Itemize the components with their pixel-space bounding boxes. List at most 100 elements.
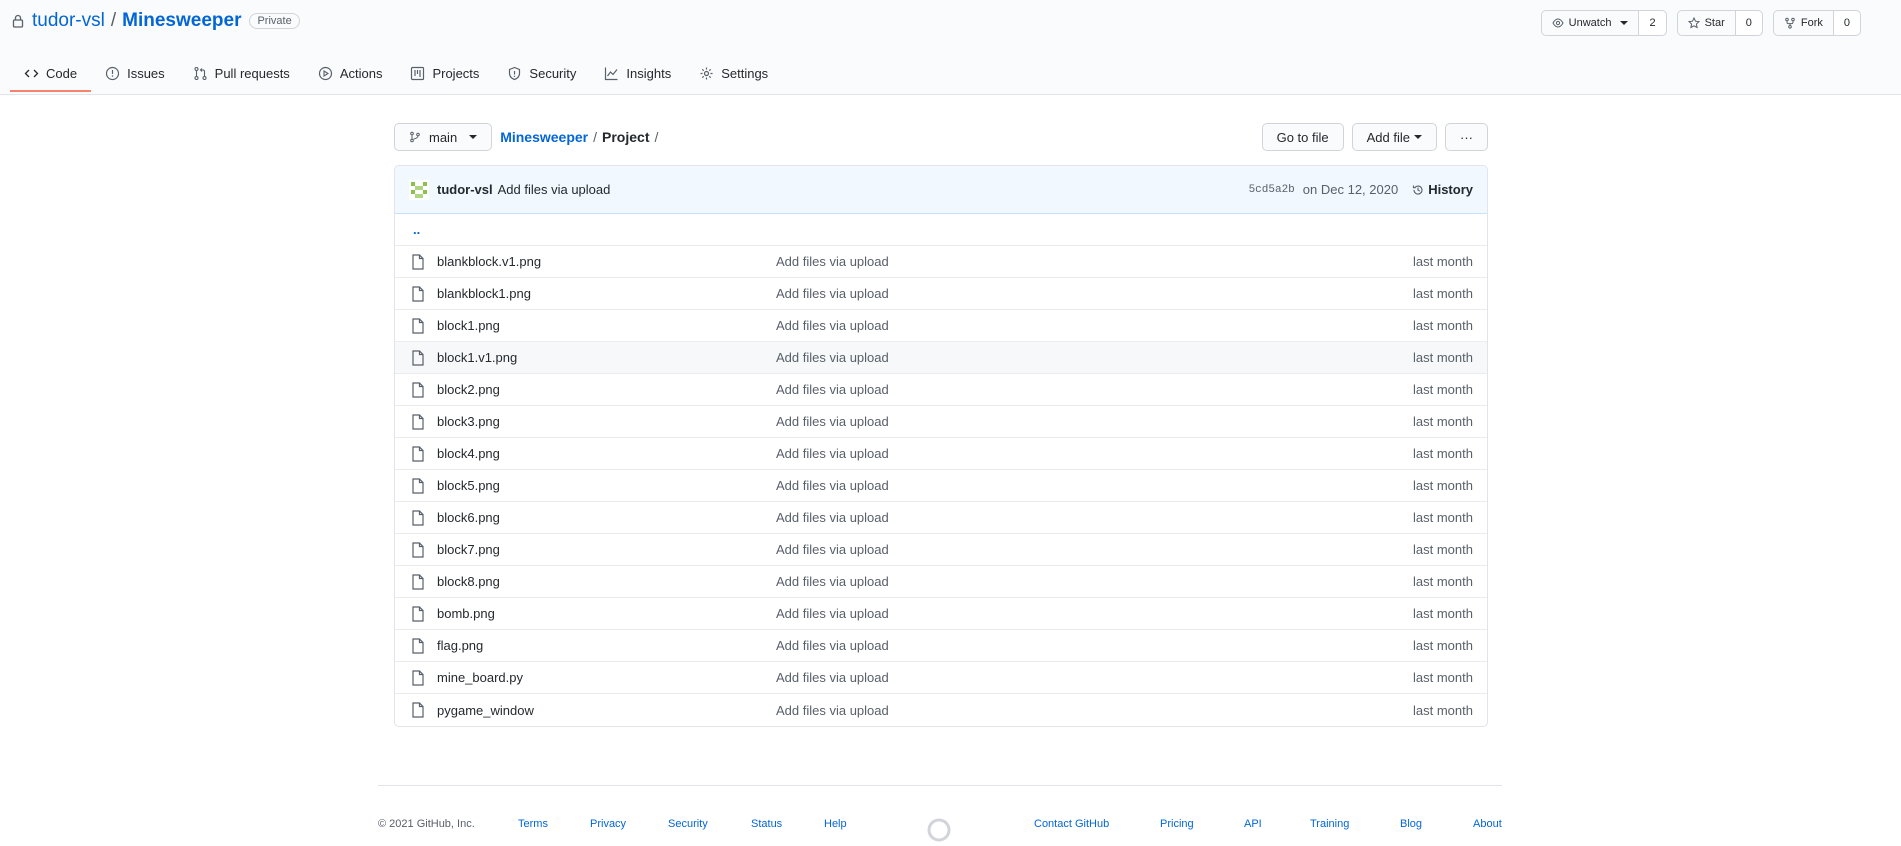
- file-row[interactable]: bomb.png Add files via upload last month: [395, 598, 1487, 630]
- add-file-button[interactable]: Add file: [1351, 123, 1437, 151]
- file-commit-message-link[interactable]: Add files via upload: [776, 414, 889, 429]
- file-commit-message-link[interactable]: Add files via upload: [776, 638, 889, 653]
- file-commit-message-link[interactable]: Add files via upload: [776, 318, 889, 333]
- file-commit-message-link[interactable]: Add files via upload: [776, 286, 889, 301]
- file-row[interactable]: block2.png Add files via upload last month: [395, 374, 1487, 406]
- file-row[interactable]: block1.png Add files via upload last month: [395, 310, 1487, 342]
- repo-name-link[interactable]: Minesweeper: [122, 10, 241, 32]
- file-row[interactable]: mine_board.py Add files via upload last mo…: [395, 662, 1487, 694]
- tab-pull-requests[interactable]: Pull requests: [179, 55, 304, 91]
- footer-link-api[interactable]: API: [1244, 818, 1262, 830]
- repo-owner-link[interactable]: tudor-vsl: [32, 10, 105, 32]
- file-name-link[interactable]: block1.v1.png: [437, 350, 776, 365]
- parent-directory-link[interactable]: ..: [395, 214, 1487, 246]
- breadcrumb-root-link[interactable]: Minesweeper: [500, 129, 588, 145]
- file-commit-message-link[interactable]: Add files via upload: [776, 703, 889, 718]
- footer-link-contact-github[interactable]: Contact GitHub: [1034, 818, 1109, 830]
- footer-link-help[interactable]: Help: [824, 818, 847, 830]
- star-button[interactable]: Star: [1678, 11, 1736, 35]
- star-button-group: Star 0: [1676, 10, 1763, 36]
- file-name-link[interactable]: pygame_window: [437, 703, 776, 718]
- go-to-file-button[interactable]: Go to file: [1261, 123, 1344, 151]
- file-row[interactable]: block5.png Add files via upload last month: [395, 470, 1487, 502]
- file-name-link[interactable]: bomb.png: [437, 606, 776, 621]
- github-mark-icon[interactable]: [927, 818, 951, 842]
- file-row[interactable]: flag.png Add files via upload last month: [395, 630, 1487, 662]
- tab-issues[interactable]: Issues: [91, 55, 179, 91]
- branch-select-button[interactable]: main: [394, 123, 493, 151]
- file-commit-message-link[interactable]: Add files via upload: [776, 510, 889, 525]
- file-name-link[interactable]: block4.png: [437, 446, 776, 461]
- footer-link-security[interactable]: Security: [668, 818, 708, 830]
- file-row[interactable]: blankblock.v1.png Add files via upload las…: [395, 246, 1487, 278]
- gear-icon: [700, 67, 713, 79]
- file-commit-message-link[interactable]: Add files via upload: [776, 382, 889, 397]
- footer-link-pricing[interactable]: Pricing: [1160, 818, 1194, 830]
- file-commit-message-link[interactable]: Add files via upload: [776, 478, 889, 493]
- file-row[interactable]: block6.png Add files via upload last month: [395, 502, 1487, 534]
- file-commit-message-link[interactable]: Add files via upload: [776, 606, 889, 621]
- file-row[interactable]: pygame_window Add files via upload last mo…: [395, 694, 1487, 726]
- tab-code[interactable]: Code: [10, 55, 92, 92]
- history-link[interactable]: History: [1412, 182, 1473, 197]
- footer-link-training[interactable]: Training: [1310, 818, 1349, 830]
- tab-actions[interactable]: Actions: [304, 55, 397, 91]
- file-age: last month: [1413, 702, 1473, 718]
- file-row[interactable]: block8.png Add files via upload last month: [395, 566, 1487, 598]
- commit-sha-link[interactable]: 5cd5a2b: [1249, 184, 1295, 196]
- footer-link-about[interactable]: About: [1473, 818, 1502, 830]
- tab-label: Projects: [432, 65, 480, 81]
- file-icon: [412, 573, 424, 590]
- file-age: last month: [1413, 350, 1473, 365]
- file-row[interactable]: blankblock1.png Add files via upload last …: [395, 278, 1487, 310]
- breadcrumb: Minesweeper / Project /: [500, 129, 658, 145]
- file-commit-message-link[interactable]: Add files via upload: [776, 446, 889, 461]
- file-commit-message-link[interactable]: Add files via upload: [776, 350, 889, 365]
- watch-button[interactable]: Unwatch: [1542, 11, 1640, 35]
- file-name-link[interactable]: block8.png: [437, 574, 776, 589]
- footer-link-blog[interactable]: Blog: [1400, 818, 1422, 830]
- file-name-link[interactable]: blankblock1.png: [437, 286, 776, 301]
- file-name-link[interactable]: mine_board.py: [437, 670, 776, 685]
- footer-link-status[interactable]: Status: [751, 818, 782, 830]
- footer-link-privacy[interactable]: Privacy: [590, 818, 626, 830]
- file-commit-message-link[interactable]: Add files via upload: [776, 254, 889, 269]
- file-icon: [412, 253, 424, 270]
- star-count[interactable]: 0: [1735, 11, 1762, 35]
- tab-projects[interactable]: Projects: [396, 55, 493, 91]
- commit-author-link[interactable]: tudor-vsl: [437, 182, 493, 197]
- file-row[interactable]: block7.png Add files via upload last month: [395, 534, 1487, 566]
- file-name-link[interactable]: block2.png: [437, 382, 776, 397]
- tab-settings[interactable]: Settings: [685, 55, 782, 91]
- fork-button[interactable]: Fork: [1774, 11, 1834, 35]
- file-icon: [412, 413, 424, 430]
- file-commit-message-link[interactable]: Add files via upload: [776, 670, 889, 685]
- tab-security[interactable]: Security: [493, 55, 590, 91]
- file-commit-message-link[interactable]: Add files via upload: [776, 542, 889, 557]
- file-row[interactable]: block4.png Add files via upload last month: [395, 438, 1487, 470]
- fork-count[interactable]: 0: [1833, 11, 1860, 35]
- code-icon: [24, 69, 39, 77]
- file-row[interactable]: block3.png Add files via upload last month: [395, 406, 1487, 438]
- repo-tabs: Code Issues Pull requests Actions Projec…: [10, 55, 782, 94]
- file-name-link[interactable]: block5.png: [437, 478, 776, 493]
- repo-title: tudor-vsl / Minesweeper Private: [12, 10, 300, 32]
- tab-insights[interactable]: Insights: [590, 55, 685, 91]
- file-name-link[interactable]: blankblock.v1.png: [437, 254, 776, 269]
- file-name-link[interactable]: block7.png: [437, 542, 776, 557]
- file-name-link[interactable]: block3.png: [437, 414, 776, 429]
- chevron-down-icon: [1620, 21, 1629, 25]
- file-name-link[interactable]: block6.png: [437, 510, 776, 525]
- more-options-button[interactable]: ···: [1445, 123, 1488, 151]
- watch-count[interactable]: 2: [1639, 11, 1666, 35]
- file-name-link[interactable]: flag.png: [437, 638, 776, 653]
- avatar[interactable]: [409, 179, 429, 200]
- file-commit-message-link[interactable]: Add files via upload: [776, 574, 889, 589]
- commit-message-link[interactable]: Add files via upload: [498, 182, 611, 197]
- file-row[interactable]: block1.v1.png Add files via upload last mo…: [395, 342, 1487, 374]
- breadcrumb-separator: /: [654, 129, 659, 145]
- file-name-link[interactable]: block1.png: [437, 318, 776, 333]
- fork-button-group: Fork 0: [1772, 10, 1861, 36]
- footer-link-terms[interactable]: Terms: [518, 818, 548, 830]
- branch-icon: [410, 131, 420, 143]
